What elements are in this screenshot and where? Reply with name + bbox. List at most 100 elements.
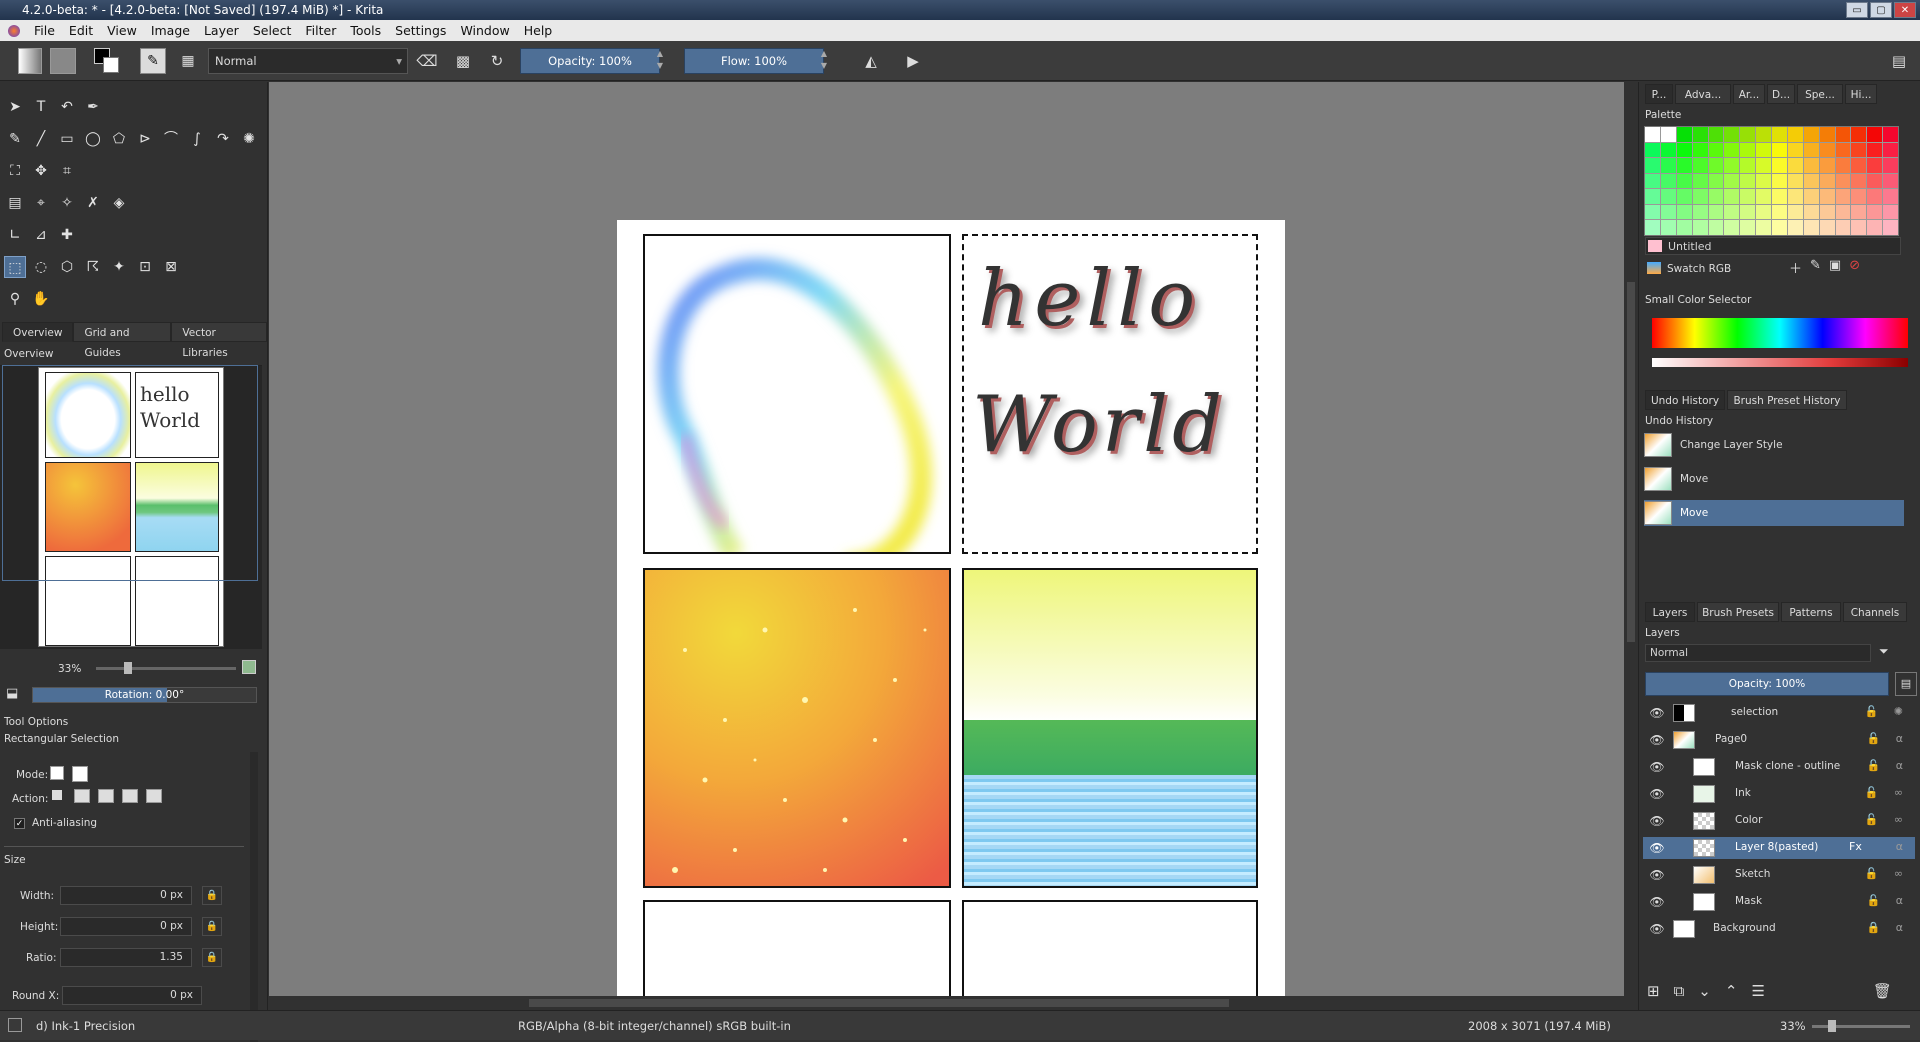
layer-lock-icon[interactable]: 🔓 α bbox=[1867, 759, 1909, 772]
layer-style-fx-icon[interactable]: Fx bbox=[1849, 840, 1862, 853]
canvas-horizontal-scrollbar[interactable] bbox=[269, 996, 1624, 1010]
palette-swatch[interactable] bbox=[1851, 173, 1867, 189]
layer-lock-icon[interactable]: 🔓 ✺ bbox=[1865, 705, 1909, 718]
palette-swatch[interactable] bbox=[1645, 220, 1660, 235]
palette-swatch[interactable] bbox=[1787, 142, 1803, 158]
palette-swatch[interactable] bbox=[1676, 220, 1692, 235]
palette-swatch[interactable] bbox=[1851, 158, 1867, 173]
palette-swatch[interactable] bbox=[1756, 158, 1771, 173]
visibility-eye-icon[interactable]: 👁 bbox=[1649, 867, 1665, 883]
palette-swatch[interactable] bbox=[1756, 189, 1771, 204]
layer-lock-icon[interactable]: 🔓 α bbox=[1867, 732, 1909, 745]
action-symmetric-icon[interactable] bbox=[146, 789, 162, 803]
palette-swatch[interactable] bbox=[1645, 204, 1660, 220]
tab-undo-history[interactable]: Undo History bbox=[1645, 390, 1725, 410]
layer-row[interactable]: 👁 Sketch 🔓 ∞ bbox=[1643, 864, 1915, 886]
palette-swatch[interactable] bbox=[1756, 220, 1771, 235]
value-slider[interactable] bbox=[1652, 358, 1908, 367]
palette-swatch[interactable] bbox=[1676, 204, 1692, 220]
palette-swatch[interactable] bbox=[1676, 173, 1692, 189]
palette-swatch[interactable] bbox=[1819, 158, 1835, 173]
mirror-horizontal-icon[interactable]: ◭ bbox=[858, 48, 884, 74]
palette-swatch[interactable] bbox=[1660, 158, 1676, 173]
palette-swatch[interactable] bbox=[1740, 220, 1756, 235]
menu-view[interactable]: View bbox=[107, 23, 137, 38]
tab-vector-libraries[interactable]: Vector Libraries bbox=[171, 322, 267, 359]
palette-swatch[interactable] bbox=[1676, 142, 1692, 158]
canvas-area[interactable]: hello World bbox=[269, 82, 1624, 996]
palette-swatch[interactable] bbox=[1867, 220, 1883, 235]
menu-edit[interactable]: Edit bbox=[69, 23, 93, 38]
polygon-tool-icon[interactable]: ⬠ bbox=[108, 128, 130, 150]
palette-swatch[interactable] bbox=[1645, 127, 1660, 142]
menu-file[interactable]: File bbox=[34, 23, 55, 38]
bezier-tool-icon[interactable]: ⌒ bbox=[160, 128, 182, 150]
colorize-mask-icon[interactable]: ✗ bbox=[82, 192, 104, 214]
palette-swatch[interactable] bbox=[1803, 142, 1819, 158]
line-tool-icon[interactable]: ╱ bbox=[30, 128, 52, 150]
layer-row-selected[interactable]: 👁 Layer 8(pasted) Fx α bbox=[1643, 837, 1915, 859]
maximize-button[interactable]: ▢ bbox=[1870, 2, 1892, 18]
tab-presets[interactable]: P... bbox=[1645, 84, 1673, 104]
palette-swatch[interactable] bbox=[1708, 173, 1724, 189]
status-zoom-value[interactable]: 33% bbox=[1780, 1019, 1806, 1033]
palette-swatch[interactable] bbox=[1724, 173, 1740, 189]
undo-item[interactable]: Move bbox=[1644, 466, 1904, 492]
palette-swatch[interactable] bbox=[1819, 204, 1835, 220]
palette-swatch[interactable] bbox=[1772, 142, 1787, 158]
palette-swatch[interactable] bbox=[1756, 142, 1771, 158]
brush-preset-button[interactable]: ✎ bbox=[140, 48, 166, 74]
palette-swatch[interactable] bbox=[1692, 220, 1708, 235]
text-tool-icon[interactable]: T bbox=[30, 96, 52, 118]
crop-tool-icon[interactable]: ⌗ bbox=[56, 160, 78, 182]
layer-row[interactable]: 👁 Background 🔒 α bbox=[1643, 918, 1915, 940]
remove-swatch-icon[interactable]: ⊘ bbox=[1849, 258, 1860, 277]
palette-swatch[interactable] bbox=[1867, 204, 1883, 220]
layer-lock-icon[interactable]: 🔓 ∞ bbox=[1865, 813, 1909, 826]
tool-options-scrollbar[interactable] bbox=[250, 752, 258, 1042]
palette-swatch[interactable] bbox=[1708, 220, 1724, 235]
palette-swatch[interactable] bbox=[1724, 220, 1740, 235]
palette-swatch[interactable] bbox=[1724, 158, 1740, 173]
palette-swatch[interactable] bbox=[1708, 142, 1724, 158]
undo-item[interactable]: Change Layer Style bbox=[1644, 432, 1904, 458]
mode-pixel-icon[interactable] bbox=[50, 766, 64, 780]
palette-swatch[interactable] bbox=[1835, 142, 1851, 158]
overview-thumbnail[interactable]: hello World bbox=[38, 367, 224, 647]
visibility-eye-icon[interactable]: 👁 bbox=[1649, 894, 1665, 910]
width-lock-icon[interactable]: 🔒 bbox=[202, 886, 222, 905]
layer-lock-icon[interactable]: 🔓 ∞ bbox=[1865, 867, 1909, 880]
layer-row[interactable]: 👁 Mask 🔓 α bbox=[1643, 891, 1915, 913]
comic-panel-1[interactable] bbox=[643, 234, 951, 554]
layer-lock-icon[interactable]: 🔒 α bbox=[1867, 921, 1909, 934]
color-space-info[interactable]: RGB/Alpha (8-bit integer/channel) sRGB b… bbox=[518, 1019, 791, 1033]
ratio-lock-icon[interactable]: 🔒 bbox=[202, 948, 222, 967]
move-layer-down-icon[interactable]: ⌄ bbox=[1698, 982, 1711, 1000]
tab-specific[interactable]: Spe... bbox=[1797, 84, 1843, 104]
tab-channels[interactable]: Channels bbox=[1843, 602, 1907, 622]
layer-opacity-slider[interactable]: Opacity: 100% bbox=[1645, 672, 1889, 696]
hue-slider[interactable] bbox=[1652, 318, 1908, 348]
layer-lock-icon[interactable]: α bbox=[1896, 840, 1909, 853]
palette-swatch[interactable] bbox=[1803, 220, 1819, 235]
preserve-alpha-icon[interactable]: ▩ bbox=[450, 48, 476, 74]
palette-swatch[interactable] bbox=[1756, 127, 1771, 142]
reference-tool-icon[interactable]: ✚ bbox=[56, 224, 78, 246]
minimize-button[interactable]: ▭ bbox=[1846, 2, 1868, 18]
palette-swatch[interactable] bbox=[1851, 142, 1867, 158]
tab-patterns[interactable]: Patterns bbox=[1781, 602, 1841, 622]
palette-swatch[interactable] bbox=[1660, 142, 1676, 158]
palette-swatch[interactable] bbox=[1724, 189, 1740, 204]
palette-swatch[interactable] bbox=[1835, 204, 1851, 220]
pattern-selector[interactable] bbox=[50, 48, 76, 74]
palette-swatch[interactable] bbox=[1772, 158, 1787, 173]
status-zoom-slider[interactable] bbox=[1812, 1025, 1910, 1028]
palette-swatch[interactable] bbox=[1803, 204, 1819, 220]
palette-swatch[interactable] bbox=[1740, 142, 1756, 158]
canvas-vertical-scrollbar[interactable] bbox=[1624, 82, 1638, 996]
flow-slider[interactable]: Flow: 100% bbox=[684, 48, 824, 74]
palette-swatch[interactable] bbox=[1724, 142, 1740, 158]
palette-swatch[interactable] bbox=[1851, 204, 1867, 220]
palette-swatch[interactable] bbox=[1724, 127, 1740, 142]
tab-digital[interactable]: D... bbox=[1767, 84, 1795, 104]
